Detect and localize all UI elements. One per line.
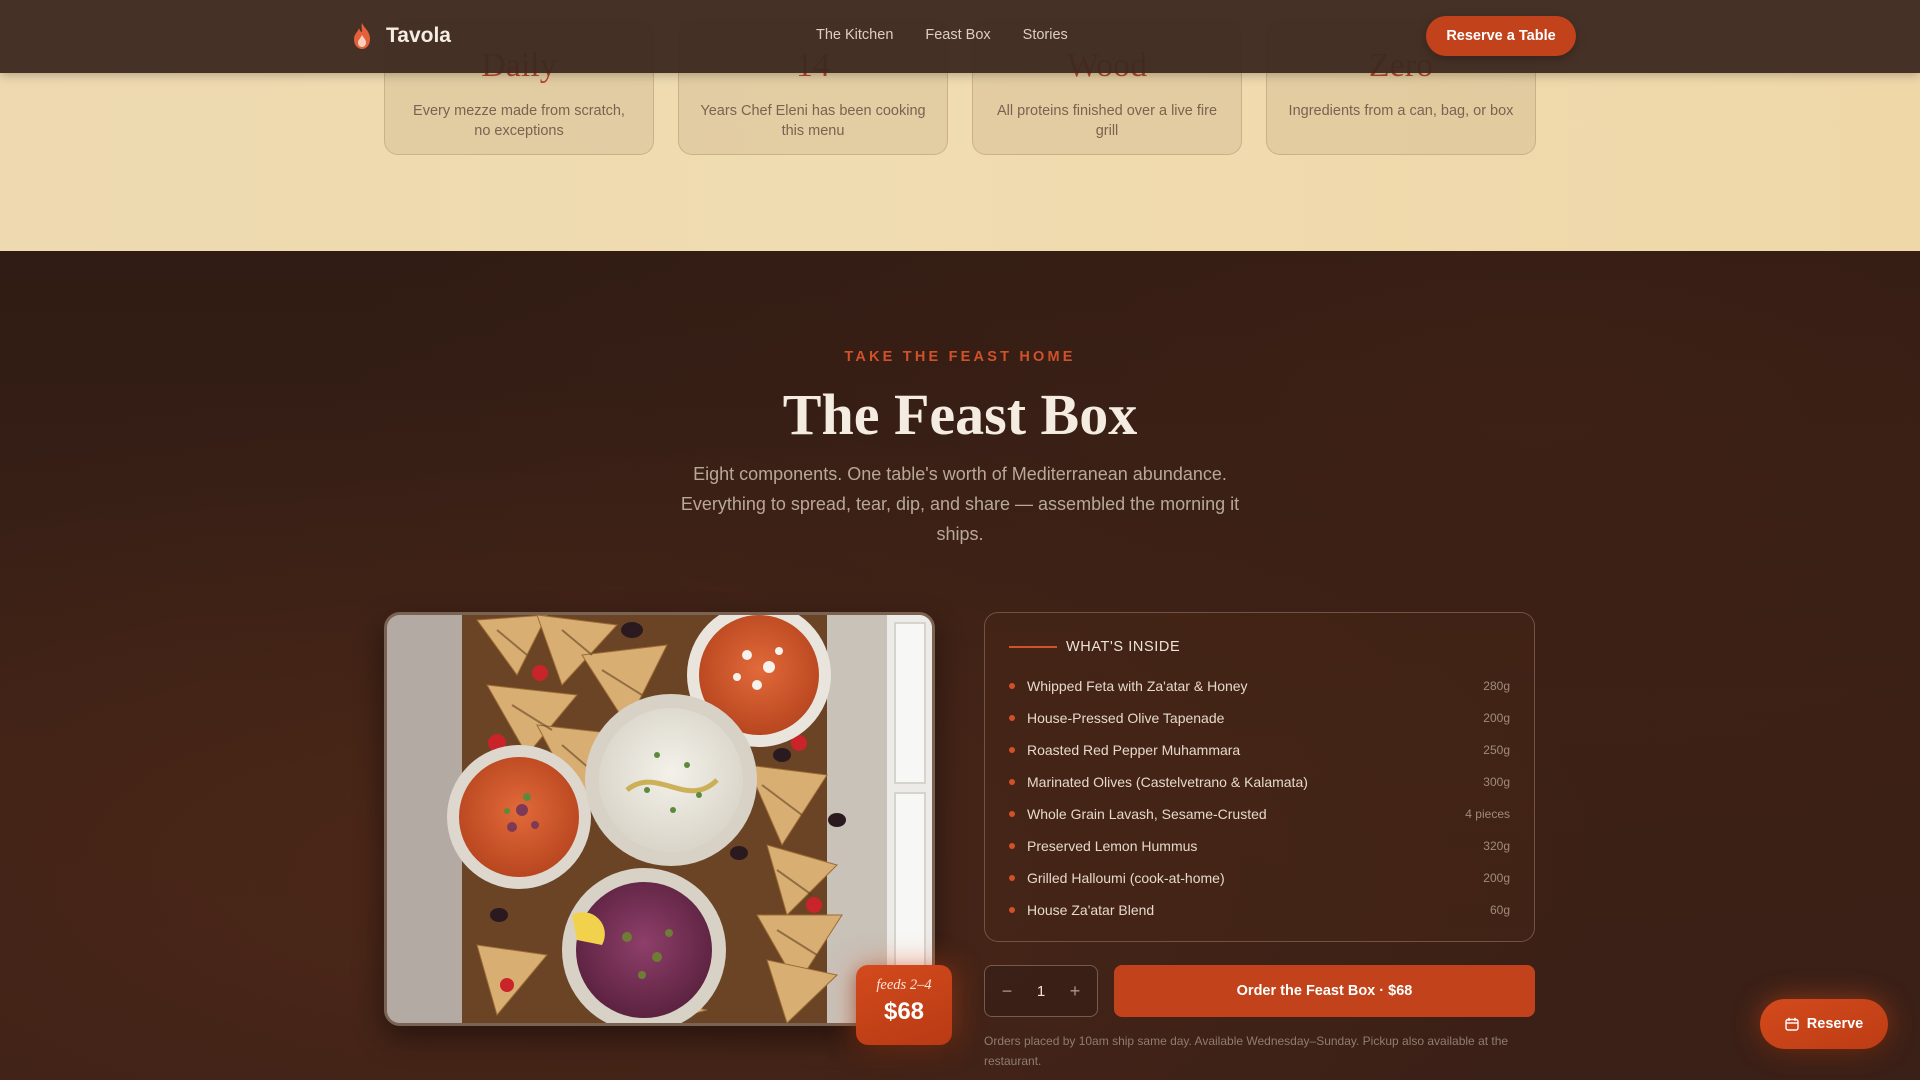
order-feast-box-button[interactable]: Order the Feast Box · $68 [1114,965,1535,1017]
brand-name: Tavola [386,24,451,47]
bullet-dot [1009,907,1015,913]
item-name: Roasted Red Pepper Muhammara [1027,742,1241,758]
reserve-table-button[interactable]: Reserve a Table [1426,16,1576,56]
quantity-value[interactable]: 1 [1037,983,1045,1000]
whats-inside-heading: WHAT'S INSIDE [1009,639,1180,655]
contents-list: Whipped Feta with Za'atar & Honey 280g Ho… [1009,670,1510,926]
item-name: House-Pressed Olive Tapenade [1027,710,1225,726]
decrement-button[interactable]: − [999,981,1015,1002]
item-amount: 60g [1489,903,1510,917]
item-name: Whipped Feta with Za'atar & Honey [1027,678,1248,694]
bullet-dot [1009,683,1015,689]
item-amount: 280g [1483,679,1510,693]
whats-inside-label: WHAT'S INSIDE [1066,639,1181,655]
stat-description: Years Chef Eleni has been cooking this m… [700,103,926,139]
list-item: Preserved Lemon Hummus 320g [1009,830,1510,862]
section-title: The Feast Box [782,382,1138,447]
stat-description: Ingredients from a can, bag, or box [1288,103,1514,119]
bullet-dot [1009,747,1015,753]
bullet-dot [1009,843,1015,849]
list-item: House-Pressed Olive Tapenade 200g [1009,702,1510,734]
main-nav: The Kitchen Feast Box Stories [816,27,1100,43]
nav-link-kitchen[interactable]: The Kitchen [816,27,893,43]
item-amount: 250g [1483,743,1510,757]
shipping-note: Orders placed by 10am ship same day. Ava… [984,1034,1509,1068]
list-item: Whole Grain Lavash, Sesame-Crusted 4 piec… [1009,798,1510,830]
item-amount: 200g [1483,711,1510,725]
stat-description: All proteins finished over a live fire g… [996,103,1218,139]
section-eyebrow: TAKE THE FEAST HOME [844,349,1076,365]
item-amount: 300g [1483,775,1510,789]
mezze-platter-illustration [387,615,932,1023]
increment-button[interactable]: + [1067,981,1083,1002]
list-item: House Za'atar Blend 60g [1009,894,1510,926]
bullet-dot [1009,715,1015,721]
feast-box-section: TAKE THE FEAST HOME The Feast Box Eight … [0,251,1920,1080]
item-name: House Za'atar Blend [1027,902,1155,918]
brand-logo[interactable]: Tavola [350,22,451,50]
bullet-dot [1009,875,1015,881]
list-item: Whipped Feta with Za'atar & Honey 280g [1009,670,1510,702]
list-item: Marinated Olives (Castelvetrano & Kalama… [1009,766,1510,798]
section-subtitle: Eight components. One table's worth of M… [680,464,1240,544]
stat-description: Every mezze made from scratch, no except… [413,103,625,139]
bullet-dot [1009,811,1015,817]
item-name: Whole Grain Lavash, Sesame-Crusted [1027,806,1267,822]
list-item: Grilled Halloumi (cook-at-home) 200g [1009,862,1510,894]
site-header: Tavola The Kitchen Feast Box Stories Res… [0,0,1920,73]
bullet-dot [1009,779,1015,785]
item-amount: 200g [1483,871,1510,885]
serving-size: feeds 2–4 [876,977,932,993]
floating-reserve-label: Reserve [1806,1016,1864,1032]
whats-inside-panel: WHAT'S INSIDE Whipped Feta with Za'atar … [984,612,1535,942]
nav-link-stories[interactable]: Stories [1023,27,1068,43]
item-name: Grilled Halloumi (cook-at-home) [1027,870,1225,886]
heading-rule [1009,646,1057,648]
feast-box-photo [384,612,935,1026]
item-amount: 320g [1483,839,1510,853]
floating-reserve-button[interactable]: Reserve [1760,999,1888,1049]
item-name: Marinated Olives (Castelvetrano & Kalama… [1027,774,1308,790]
flame-icon [354,23,370,49]
price-badge: feeds 2–4 $68 [856,965,952,1045]
nav-link-feast-box[interactable]: Feast Box [925,27,990,43]
item-name: Preserved Lemon Hummus [1027,838,1198,854]
calendar-icon [1785,1017,1799,1031]
quantity-stepper: − 1 + [984,965,1098,1017]
item-amount: 4 pieces [1465,807,1510,821]
badge-price: $68 [883,998,925,1025]
list-item: Roasted Red Pepper Muhammara 250g [1009,734,1510,766]
